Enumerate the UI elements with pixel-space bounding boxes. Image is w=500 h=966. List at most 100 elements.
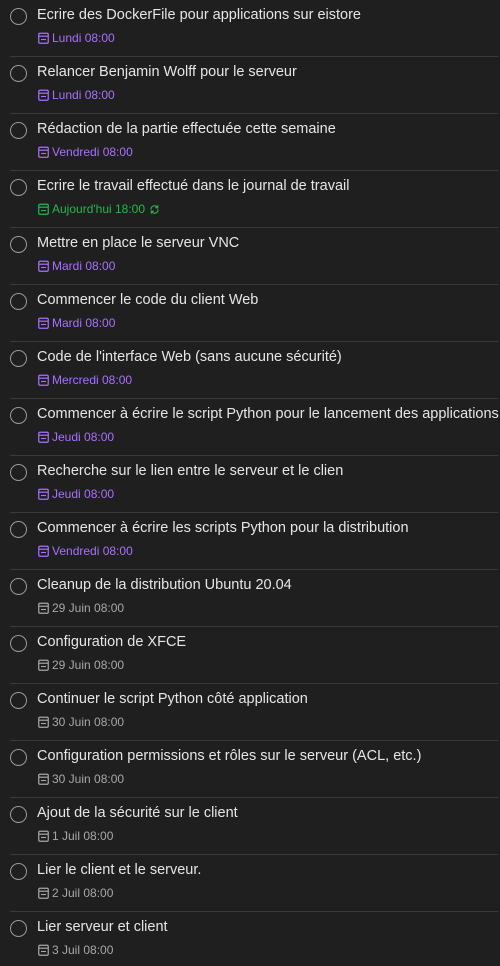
task-due-date[interactable]: Vendredi 08:00 xyxy=(38,145,133,159)
task-title[interactable]: Relancer Benjamin Wolff pour le serveur xyxy=(37,64,297,80)
task-title[interactable]: Commencer à écrire les scripts Python po… xyxy=(37,520,409,536)
task-row[interactable]: Ecrire le travail effectué dans le journ… xyxy=(10,171,498,228)
task-row[interactable]: Lier le client et le serveur. 2 Juil 08:0… xyxy=(10,855,498,912)
task-title[interactable]: Lier le client et le serveur. xyxy=(37,862,201,878)
complete-task-checkbox[interactable] xyxy=(10,293,27,310)
task-due-date[interactable]: Lundi 08:00 xyxy=(38,31,115,45)
task-due-label: Mercredi 08:00 xyxy=(52,373,133,387)
task-list: Ecrire des DockerFile pour applications … xyxy=(0,0,500,966)
task-title[interactable]: Ecrire le travail effectué dans le journ… xyxy=(37,178,349,194)
task-title[interactable]: Commencer le code du client Web xyxy=(37,292,258,308)
task-due-label: Lundi 08:00 xyxy=(52,31,115,45)
task-title[interactable]: Rédaction de la partie effectuée cette s… xyxy=(37,121,336,137)
task-due-label: Mardi 08:00 xyxy=(52,259,116,273)
calendar-icon xyxy=(38,260,49,272)
task-title[interactable]: Code de l'interface Web (sans aucune séc… xyxy=(37,349,342,365)
task-title[interactable]: Lier serveur et client xyxy=(37,919,168,935)
task-due-date[interactable]: 29 Juin 08:00 xyxy=(38,601,124,615)
task-due-date[interactable]: 29 Juin 08:00 xyxy=(38,658,124,672)
complete-task-checkbox[interactable] xyxy=(10,350,27,367)
calendar-icon xyxy=(38,602,49,614)
task-row[interactable]: Commencer à écrire le script Python pour… xyxy=(10,399,499,456)
task-title[interactable]: Continuer le script Python côté applicat… xyxy=(37,691,308,707)
calendar-icon xyxy=(38,488,49,500)
calendar-icon xyxy=(38,545,49,557)
calendar-icon xyxy=(38,887,49,899)
complete-task-checkbox[interactable] xyxy=(10,464,27,481)
task-title[interactable]: Cleanup de la distribution Ubuntu 20.04 xyxy=(37,577,292,593)
calendar-icon xyxy=(38,830,49,842)
complete-task-checkbox[interactable] xyxy=(10,749,27,766)
task-row[interactable]: Code de l'interface Web (sans aucune séc… xyxy=(10,342,498,399)
task-due-date[interactable]: Mardi 08:00 xyxy=(38,316,115,330)
complete-task-checkbox[interactable] xyxy=(10,863,27,880)
task-title[interactable]: Ecrire des DockerFile pour applications … xyxy=(37,7,361,23)
task-row[interactable]: Mettre en place le serveur VNC Mardi 08:0… xyxy=(10,228,498,285)
task-row[interactable]: Commencer le code du client Web Mardi 08:… xyxy=(10,285,498,342)
task-due-label: 2 Juil 08:00 xyxy=(52,886,114,900)
task-due-label: Aujourd'hui 18:00 xyxy=(52,202,146,216)
task-due-date[interactable]: 30 Juin 08:00 xyxy=(38,715,124,729)
calendar-icon xyxy=(38,944,49,956)
task-due-date[interactable]: 30 Juin 08:00 xyxy=(38,772,124,786)
task-due-label: Lundi 08:00 xyxy=(52,88,115,102)
task-due-label: 1 Juil 08:00 xyxy=(52,829,114,843)
complete-task-checkbox[interactable] xyxy=(10,920,27,937)
task-due-date[interactable]: Mardi 08:00 xyxy=(38,259,115,273)
task-due-date[interactable]: Jeudi 08:00 xyxy=(38,430,114,444)
task-row[interactable]: Ajout de la sécurité sur le client 1 Juil… xyxy=(10,798,498,855)
task-due-date[interactable]: 1 Juil 08:00 xyxy=(38,829,113,843)
task-due-label: 3 Juil 08:00 xyxy=(52,943,114,957)
calendar-icon xyxy=(38,32,49,44)
task-row[interactable]: Cleanup de la distribution Ubuntu 20.04 2… xyxy=(10,570,498,627)
calendar-icon xyxy=(38,716,49,728)
task-title[interactable]: Configuration permissions et rôles sur l… xyxy=(37,748,421,764)
complete-task-checkbox[interactable] xyxy=(10,635,27,652)
complete-task-checkbox[interactable] xyxy=(10,578,27,595)
task-due-date[interactable]: Jeudi 08:00 xyxy=(38,487,114,501)
calendar-icon xyxy=(38,89,49,101)
task-due-label: 30 Juin 08:00 xyxy=(52,715,125,729)
complete-task-checkbox[interactable] xyxy=(10,806,27,823)
task-row[interactable]: Continuer le script Python côté applicat… xyxy=(10,684,498,741)
complete-task-checkbox[interactable] xyxy=(10,521,27,538)
complete-task-checkbox[interactable] xyxy=(10,179,27,196)
task-row[interactable]: Commencer à écrire les scripts Python po… xyxy=(10,513,498,570)
task-row[interactable]: Configuration de XFCE 29 Juin 08:00 xyxy=(10,627,498,684)
complete-task-checkbox[interactable] xyxy=(10,236,27,253)
complete-task-checkbox[interactable] xyxy=(10,8,27,25)
task-title[interactable]: Mettre en place le serveur VNC xyxy=(37,235,239,251)
task-due-label: 29 Juin 08:00 xyxy=(52,658,125,672)
task-due-label: 29 Juin 08:00 xyxy=(52,601,125,615)
task-row[interactable]: Ecrire des DockerFile pour applications … xyxy=(10,0,498,57)
task-title[interactable]: Commencer à écrire le script Python pour… xyxy=(37,406,499,422)
calendar-icon xyxy=(38,773,49,785)
task-row[interactable]: Relancer Benjamin Wolff pour le serveur L… xyxy=(10,57,498,114)
task-due-date[interactable]: 3 Juil 08:00 xyxy=(38,943,113,957)
complete-task-checkbox[interactable] xyxy=(10,122,27,139)
task-due-label: Jeudi 08:00 xyxy=(52,430,115,444)
task-due-date[interactable]: Lundi 08:00 xyxy=(38,88,115,102)
task-title[interactable]: Ajout de la sécurité sur le client xyxy=(37,805,238,821)
complete-task-checkbox[interactable] xyxy=(10,407,27,424)
task-due-date[interactable]: Aujourd'hui 18:00 xyxy=(38,202,160,216)
complete-task-checkbox[interactable] xyxy=(10,692,27,709)
task-due-label: Jeudi 08:00 xyxy=(52,487,115,501)
calendar-icon xyxy=(38,317,49,329)
task-due-date[interactable]: 2 Juil 08:00 xyxy=(38,886,113,900)
task-title[interactable]: Configuration de XFCE xyxy=(37,634,186,650)
task-row[interactable]: Recherche sur le lien entre le serveur e… xyxy=(10,456,498,513)
task-due-label: Vendredi 08:00 xyxy=(52,145,133,159)
calendar-icon xyxy=(38,659,49,671)
calendar-icon xyxy=(38,146,49,158)
task-row[interactable]: Rédaction de la partie effectuée cette s… xyxy=(10,114,498,171)
task-title[interactable]: Recherche sur le lien entre le serveur e… xyxy=(37,463,343,479)
task-due-date[interactable]: Mercredi 08:00 xyxy=(38,373,132,387)
complete-task-checkbox[interactable] xyxy=(10,65,27,82)
task-due-date[interactable]: Vendredi 08:00 xyxy=(38,544,133,558)
task-due-label: Mardi 08:00 xyxy=(52,316,116,330)
task-row[interactable]: Lier serveur et client 3 Juil 08:00 xyxy=(10,912,498,966)
repeat-icon xyxy=(150,204,159,214)
task-row[interactable]: Configuration permissions et rôles sur l… xyxy=(10,741,498,798)
task-due-label: Vendredi 08:00 xyxy=(52,544,133,558)
